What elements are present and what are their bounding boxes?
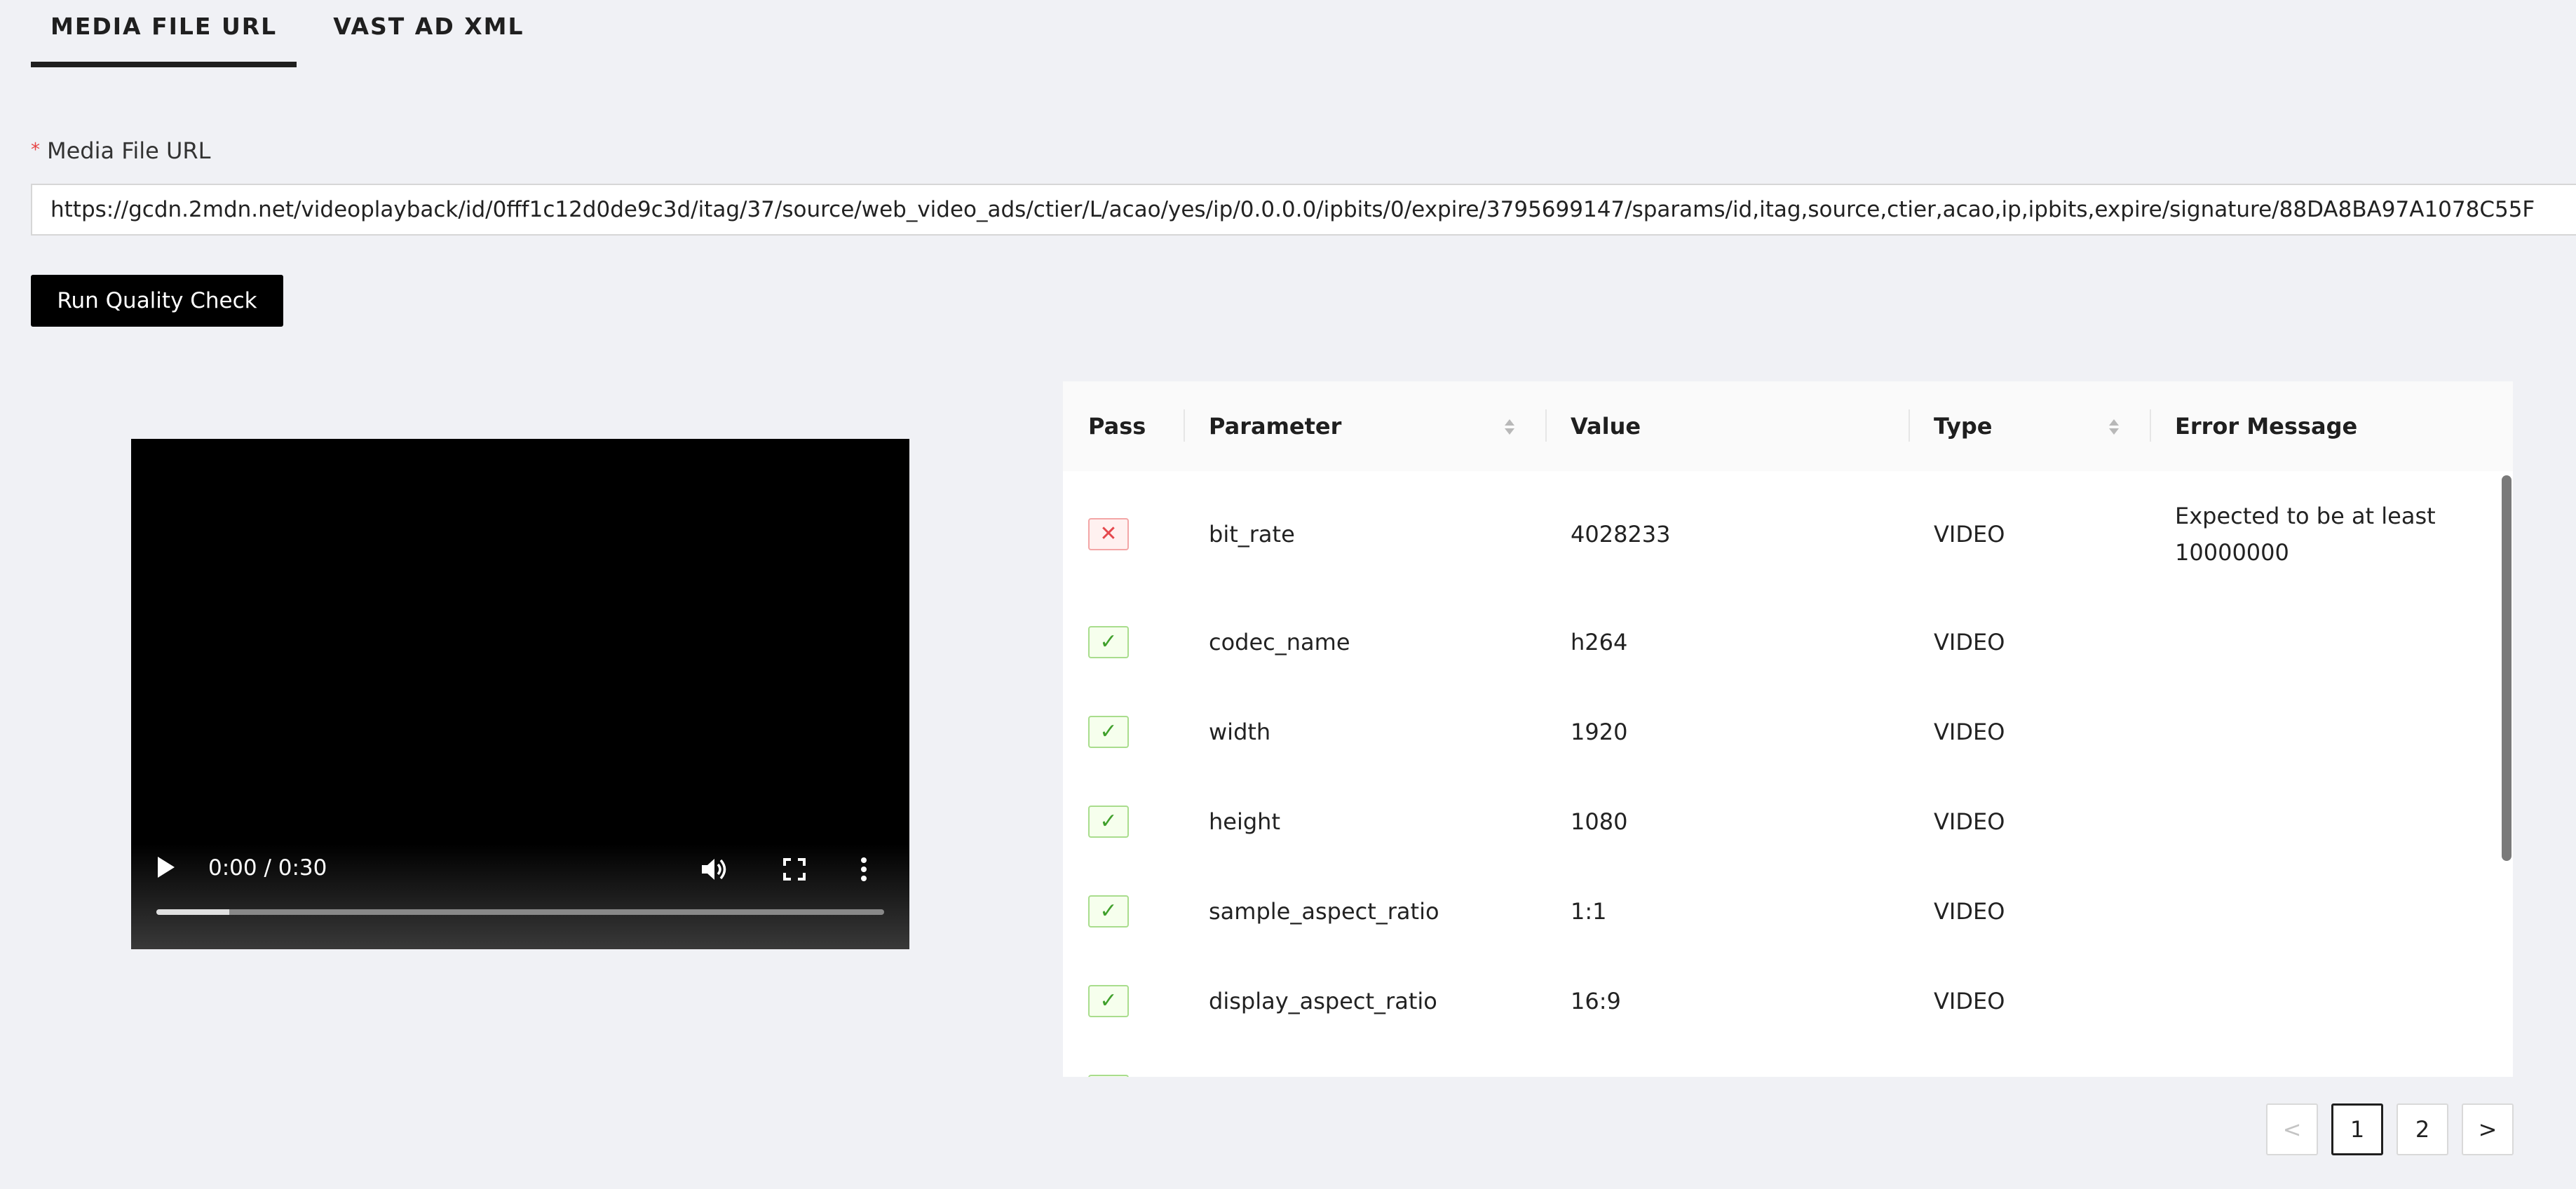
cell-error xyxy=(2150,597,2479,687)
cell-pass: ✓ xyxy=(1063,687,1184,777)
fail-x-icon: ✕ xyxy=(1088,518,1129,550)
cell-error xyxy=(2150,687,2479,777)
cell-value: 1:1 xyxy=(1571,898,1607,925)
fullscreen-icon[interactable] xyxy=(783,858,806,881)
cell-type: VIDEO xyxy=(1934,808,2005,835)
play-icon[interactable] xyxy=(158,857,175,878)
cell-pass: ✓ xyxy=(1063,1046,1184,1077)
pass-check-icon: ✓ xyxy=(1088,626,1129,658)
cell-value: 4028233 xyxy=(1571,521,1671,548)
column-header-error-message: Error Message xyxy=(2175,413,2358,440)
table-row: ✓ xyxy=(1063,1046,2500,1077)
media-file-url-input[interactable] xyxy=(31,184,2576,236)
cell-parameter: bit_rate xyxy=(1209,521,1295,548)
sort-icon-type[interactable] xyxy=(2109,419,2119,435)
table-row: ✕ bit_rate 4028233 VIDEO Expected to be at l… xyxy=(1063,471,2500,599)
cell-pass: ✓ xyxy=(1063,777,1184,867)
table-row: ✓ sample_aspect_ratio 1:1 VIDEO xyxy=(1063,867,2500,958)
video-progress-fill xyxy=(156,909,229,915)
pass-check-icon: ✓ xyxy=(1088,1075,1129,1077)
cell-type: VIDEO xyxy=(1934,521,2005,548)
pagination-page-2[interactable]: 2 xyxy=(2397,1103,2448,1155)
cell-pass: ✕ xyxy=(1063,471,1184,597)
results-table: Pass Parameter Value Type Error Message … xyxy=(1063,381,2513,1077)
cell-parameter: display_aspect_ratio xyxy=(1209,988,1437,1014)
sort-icon-parameter[interactable] xyxy=(1505,419,1514,435)
cell-value: 1080 xyxy=(1571,808,1628,835)
cell-value: 16:9 xyxy=(1571,988,1621,1014)
column-header-pass: Pass xyxy=(1088,413,1146,440)
cell-pass: ✓ xyxy=(1063,956,1184,1046)
cell-value: h264 xyxy=(1571,629,1628,655)
tab-vast-ad-xml[interactable]: VAST AD XML xyxy=(313,0,543,67)
cell-type: VIDEO xyxy=(1934,629,2005,655)
cell-parameter: height xyxy=(1209,808,1280,835)
pass-check-icon: ✓ xyxy=(1088,895,1129,928)
cell-type: VIDEO xyxy=(1934,719,2005,745)
more-icon[interactable] xyxy=(860,857,867,882)
cell-error: Expected to be at least 10000000 xyxy=(2175,503,2436,566)
pagination-page-1[interactable]: 1 xyxy=(2331,1103,2383,1155)
pass-check-icon: ✓ xyxy=(1088,806,1129,838)
cell-error xyxy=(2150,777,2479,867)
cell-value xyxy=(1545,1046,1909,1077)
table-row: ✓ codec_name h264 VIDEO xyxy=(1063,597,2500,688)
cell-pass: ✓ xyxy=(1063,867,1184,956)
pagination-next-button[interactable]: > xyxy=(2462,1103,2514,1155)
cell-parameter xyxy=(1184,1046,1545,1077)
cell-type: VIDEO xyxy=(1934,898,2005,925)
video-progress-bar[interactable] xyxy=(156,909,884,915)
column-header-parameter[interactable]: Parameter xyxy=(1184,381,1545,471)
video-player[interactable]: 0:00 / 0:30 xyxy=(131,439,909,949)
cell-parameter: sample_aspect_ratio xyxy=(1209,898,1439,925)
media-file-url-label: * Media File URL xyxy=(31,137,210,164)
column-header-value: Value xyxy=(1571,413,1641,440)
cell-value: 1920 xyxy=(1571,719,1628,745)
cell-type: VIDEO xyxy=(1934,988,2005,1014)
run-quality-check-button[interactable]: Run Quality Check xyxy=(31,275,283,327)
pagination-prev-button[interactable]: < xyxy=(2266,1103,2318,1155)
pass-check-icon: ✓ xyxy=(1088,716,1129,748)
time-display: 0:00 / 0:30 xyxy=(208,855,327,881)
table-header: Pass Parameter Value Type Error Message xyxy=(1063,381,2513,473)
cell-type xyxy=(1909,1046,2150,1077)
cell-parameter: codec_name xyxy=(1209,629,1350,655)
cell-error xyxy=(2150,956,2479,1046)
table-row: ✓ display_aspect_ratio 16:9 VIDEO xyxy=(1063,956,2500,1047)
required-mark: * xyxy=(31,140,40,161)
cell-error xyxy=(2150,867,2479,956)
pass-check-icon: ✓ xyxy=(1088,985,1129,1017)
table-row: ✓ width 1920 VIDEO xyxy=(1063,687,2500,778)
table-scrollbar-thumb[interactable] xyxy=(2502,475,2511,861)
tab-bar: MEDIA FILE URL VAST AD XML xyxy=(31,0,544,70)
volume-icon[interactable] xyxy=(700,857,728,882)
media-file-url-label-text: Media File URL xyxy=(47,137,211,164)
cell-error xyxy=(2150,1046,2479,1077)
tab-media-file-url[interactable]: MEDIA FILE URL xyxy=(31,0,297,67)
cell-pass: ✓ xyxy=(1063,597,1184,687)
table-row: ✓ height 1080 VIDEO xyxy=(1063,777,2500,868)
cell-parameter: width xyxy=(1209,719,1271,745)
